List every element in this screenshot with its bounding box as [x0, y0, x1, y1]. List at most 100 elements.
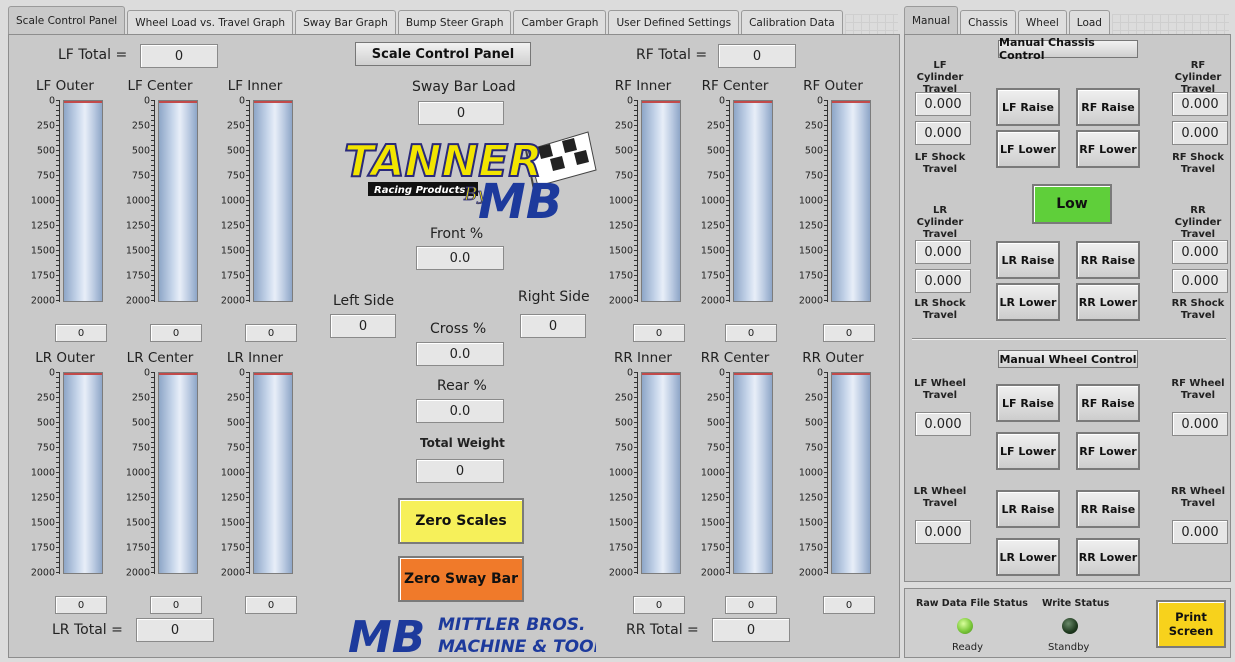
gauge-tick-label: 1250 [700, 492, 725, 504]
mittler-line-2: MACHINE & TOOL [438, 637, 596, 657]
gauge-bar [253, 100, 293, 302]
zero-sway-bar-button[interactable]: Zero Sway Bar [398, 556, 524, 602]
tab-manual[interactable]: Manual [904, 6, 959, 34]
wheel-rf-lower-button[interactable]: RF Lower [1076, 432, 1140, 470]
gauge-tick-label: 1250 [125, 220, 150, 232]
gauge-tick-label: 2000 [608, 567, 633, 579]
side-tab-bar: Manual Chassis Wheel Load [904, 6, 1229, 34]
gauge-axis [634, 100, 638, 302]
tab-scale-control-panel[interactable]: Scale Control Panel [8, 6, 126, 34]
mittler-mb-mark: MB [348, 612, 425, 658]
tab-calibration-data[interactable]: Calibration Data [741, 10, 843, 34]
gauge-tick-label: 750 [36, 442, 55, 454]
rr-wheel-travel-label: RR Wheel Travel [1170, 486, 1226, 509]
main-tab-bar: Scale Control Panel Wheel Load vs. Trave… [8, 6, 898, 34]
gauge-value: 0 [725, 324, 777, 342]
gauge-tick-label: 1750 [220, 270, 245, 282]
tab-sway-bar-graph[interactable]: Sway Bar Graph [295, 10, 396, 34]
gauge-scale: 0 250 500 750 1000 1250 1500 1750 2000 [115, 96, 155, 320]
chassis-rr-lower-button[interactable]: RR Lower [1076, 283, 1140, 321]
wheel-lr-lower-button[interactable]: LR Lower [996, 538, 1060, 576]
gauge-value: 0 [150, 596, 202, 614]
gauge-tick-label: 1500 [608, 517, 633, 529]
gauge-scale: 0 250 500 750 1000 1250 1500 1750 2000 [115, 368, 155, 592]
gauge-scale: 0 250 500 750 1000 1250 1500 1750 2000 [20, 368, 60, 592]
gauge-rf-center: RF Center 0 250 500 750 1000 1250 1500 1750 2000 0 [690, 78, 780, 342]
chassis-lf-lower-button[interactable]: LF Lower [996, 130, 1060, 168]
gauge-bar [158, 100, 198, 302]
gauge-bar [641, 100, 681, 302]
gauge-tick-label: 1500 [220, 245, 245, 257]
wheel-rr-raise-button[interactable]: RR Raise [1076, 490, 1140, 528]
chassis-lr-raise-button[interactable]: LR Raise [996, 241, 1060, 279]
gauge-value: 0 [55, 596, 107, 614]
gauge-lf-outer: LF Outer 0 250 500 750 1000 1250 1500 1750 2000 0 [20, 78, 110, 342]
gauge-tick-label: 1750 [700, 542, 725, 554]
gauge-tick-label: 1750 [608, 542, 633, 554]
gauge-tick-label: 500 [36, 145, 55, 157]
gauge-tick-label: 500 [706, 145, 725, 157]
rf-wheel-travel-label: RF Wheel Travel [1171, 378, 1225, 401]
wheel-lr-raise-button[interactable]: LR Raise [996, 490, 1060, 528]
gauge-tick-label: 750 [706, 442, 725, 454]
zero-scales-button[interactable]: Zero Scales [398, 498, 524, 544]
tab-bump-steer-graph[interactable]: Bump Steer Graph [397, 10, 512, 34]
lf-total-label: LF Total = [58, 47, 128, 63]
gauge-tick-label: 0 [626, 367, 633, 379]
gauge-axis [634, 372, 638, 574]
chassis-rf-raise-button[interactable]: RF Raise [1076, 88, 1140, 126]
gauge-tick-label: 1000 [30, 195, 55, 207]
tab-chassis[interactable]: Chassis [960, 10, 1016, 34]
gauge-tick-label: 750 [36, 170, 55, 182]
rear-percent-label: Rear % [437, 378, 487, 394]
gauge-scale: 0 250 500 750 1000 1250 1500 1750 2000 [20, 96, 60, 320]
gauge-tick-label: 1000 [608, 467, 633, 479]
left-side-label: Left Side [333, 293, 395, 309]
manual-chassis-control-header: Manual Chassis Control [998, 36, 1138, 62]
gauge-value: 0 [245, 324, 297, 342]
gauge-rf-inner: RF Inner 0 250 500 750 1000 1250 1500 1750 2000 0 [598, 78, 688, 342]
wheel-rf-raise-button[interactable]: RF Raise [1076, 384, 1140, 422]
mb-logo-text: MB [478, 174, 562, 222]
total-weight-label: Total Weight [420, 436, 505, 450]
lr-wheel-travel-value: 0.000 [915, 520, 971, 544]
right-side-label: Right Side [518, 289, 590, 305]
chassis-rf-lower-button[interactable]: RF Lower [1076, 130, 1140, 168]
gauge-lf-inner: LF Inner 0 250 500 750 1000 1250 1500 1750 2000 0 [210, 78, 300, 342]
chassis-lf-raise-button[interactable]: LF Raise [996, 88, 1060, 126]
gauge-bar [253, 372, 293, 574]
print-screen-button[interactable]: Print Screen [1156, 600, 1226, 648]
gauge-value: 0 [633, 596, 685, 614]
lr-total-label: LR Total = [52, 622, 123, 638]
chassis-rr-raise-button[interactable]: RR Raise [1076, 241, 1140, 279]
tab-wheel[interactable]: Wheel [1017, 10, 1067, 34]
cross-percent-value: 0.0 [416, 342, 504, 366]
gauge-tick-label: 0 [816, 367, 823, 379]
wheel-lf-raise-button[interactable]: LF Raise [996, 384, 1060, 422]
section-divider [912, 338, 1226, 340]
gauge-tick-label: 1000 [798, 195, 823, 207]
gauge-title: LR Outer [35, 350, 95, 366]
rf-total-value: 0 [718, 44, 796, 68]
low-button[interactable]: Low [1032, 184, 1112, 224]
tab-user-defined-settings[interactable]: User Defined Settings [608, 10, 740, 34]
gauge-title: LF Center [127, 78, 193, 94]
wheel-rr-lower-button[interactable]: RR Lower [1076, 538, 1140, 576]
chassis-lr-lower-button[interactable]: LR Lower [996, 283, 1060, 321]
gauge-tick-label: 250 [36, 392, 55, 404]
gauge-tick-label: 750 [614, 442, 633, 454]
gauge-tick-label: 750 [804, 170, 823, 182]
tab-load[interactable]: Load [1068, 10, 1110, 34]
gauge-tick-label: 2000 [608, 295, 633, 307]
gauge-title: LF Inner [227, 78, 283, 94]
front-percent-value: 0.0 [416, 246, 504, 270]
gauge-scale: 0 250 500 750 1000 1250 1500 1750 2000 [690, 96, 730, 320]
gauge-tick-label: 2000 [30, 567, 55, 579]
wheel-lf-lower-button[interactable]: LF Lower [996, 432, 1060, 470]
gauge-tick-label: 1750 [798, 270, 823, 282]
gauge-tick-label: 250 [614, 120, 633, 132]
gauge-tick-label: 1750 [798, 542, 823, 554]
tab-wheel-load-graph[interactable]: Wheel Load vs. Travel Graph [127, 10, 294, 34]
gauge-bar [158, 372, 198, 574]
tab-camber-graph[interactable]: Camber Graph [513, 10, 607, 34]
